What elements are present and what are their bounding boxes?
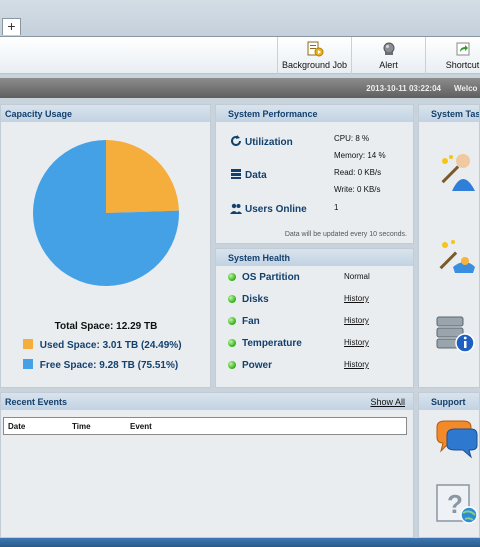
column-date[interactable]: Date <box>8 422 25 431</box>
user-management-wizard-icon[interactable] <box>435 149 477 191</box>
server-info-icon[interactable] <box>435 315 477 355</box>
legend-used-space: Used Space: 3.01 TB (24.49%) <box>23 339 182 351</box>
used-space-value: 3.01 TB (24.49%) <box>102 340 182 351</box>
temperature-history-link[interactable]: History <box>344 338 369 347</box>
capacity-usage-panel: Capacity Usage Total Space: 12.29 TB Use… <box>0 104 211 388</box>
background-job-icon <box>307 41 323 57</box>
support-title: Support <box>419 393 479 410</box>
alert-label: Alert <box>379 60 398 70</box>
users-online-row: Users Online <box>230 202 307 215</box>
column-time[interactable]: Time <box>72 422 91 431</box>
background-job-label: Background Job <box>281 60 348 70</box>
background-job-button[interactable]: Background Job <box>277 37 351 74</box>
status-ok-icon <box>228 273 236 281</box>
health-label: Fan <box>242 316 260 327</box>
used-swatch <box>23 339 33 349</box>
status-bar: 2013-10-11 03:22:04 Welco <box>0 78 480 98</box>
total-space-label: Total Space: <box>54 321 114 332</box>
recent-events-title: Recent Events Show All <box>1 393 413 410</box>
users-icon <box>230 203 242 214</box>
total-space: Total Space: 12.29 TB <box>1 321 211 332</box>
status-ok-icon <box>228 339 236 347</box>
system-health-panel: System Health OS Partition Normal Disks … <box>215 248 414 388</box>
alert-bell-icon <box>383 42 394 55</box>
column-event[interactable]: Event <box>130 422 152 431</box>
datetime: 2013-10-11 03:22:04 <box>366 84 441 93</box>
bottom-bar <box>0 538 480 547</box>
refresh-icon <box>231 135 241 146</box>
system-task-panel: System Task <box>418 104 480 388</box>
status-ok-icon <box>228 295 236 303</box>
update-note: Data will be updated every 10 seconds. <box>284 231 407 238</box>
server-data-icon <box>231 169 241 179</box>
system-performance-panel: System Performance Utilization CPU: 8 % … <box>215 104 414 244</box>
total-space-value: 12.29 TB <box>116 321 158 332</box>
read-value: Read: 0 KB/s <box>334 168 382 177</box>
data-row: Data <box>230 168 267 181</box>
support-panel: Support ? <box>418 392 480 538</box>
health-label: Power <box>242 360 273 371</box>
shortcut-button[interactable]: Shortcut <box>425 37 480 74</box>
free-swatch <box>23 359 33 369</box>
capacity-pie-chart <box>32 139 179 286</box>
write-value: Write: 0 KB/s <box>334 185 381 194</box>
cpu-value: CPU: 8 % <box>334 134 370 143</box>
events-table-header: Date Time Event <box>3 417 407 435</box>
fan-history-link[interactable]: History <box>344 316 369 325</box>
health-label: Disks <box>242 294 269 305</box>
pie-slice-used <box>106 140 179 213</box>
health-row-os-partition: OS Partition <box>228 272 300 283</box>
free-space-label: Free Space: <box>39 360 97 371</box>
system-task-title: System Task <box>419 105 479 122</box>
shortcut-icon <box>456 42 469 56</box>
users-online-label: Users Online <box>245 204 307 215</box>
health-label: Temperature <box>242 338 302 349</box>
power-history-link[interactable]: History <box>344 360 369 369</box>
show-all-link[interactable]: Show All <box>370 397 405 407</box>
utilization-row: Utilization <box>230 135 293 148</box>
alert-button[interactable]: Alert <box>351 37 425 74</box>
toolbar: Background Job Alert Shortcut <box>0 36 480 74</box>
capacity-usage-title: Capacity Usage <box>1 105 210 122</box>
health-row-power: Power <box>228 360 272 371</box>
help-document-icon[interactable]: ? <box>435 483 479 525</box>
system-health-title: System Health <box>216 249 413 266</box>
health-row-disks: Disks <box>228 294 269 305</box>
status-ok-icon <box>228 317 236 325</box>
health-row-temperature: Temperature <box>228 338 302 349</box>
health-value-os-partition: Normal <box>344 272 370 281</box>
free-space-value: 9.28 TB (75.51%) <box>99 360 179 371</box>
legend-free-space: Free Space: 9.28 TB (75.51%) <box>23 359 178 371</box>
shortcut-label: Shortcut <box>445 60 480 70</box>
recent-events-panel: Recent Events Show All Date Time Event <box>0 392 414 538</box>
health-row-fan: Fan <box>228 316 260 327</box>
setup-wizard-icon[interactable] <box>435 237 477 277</box>
memory-value: Memory: 14 % <box>334 151 386 160</box>
utilization-label: Utilization <box>245 137 293 148</box>
users-online-count: 1 <box>334 203 339 212</box>
tab-bar: + <box>0 0 480 36</box>
data-label: Data <box>245 170 267 181</box>
system-performance-title: System Performance <box>216 105 413 122</box>
recent-events-heading: Recent Events <box>5 397 68 407</box>
disks-history-link[interactable]: History <box>344 294 369 303</box>
status-ok-icon <box>228 361 236 369</box>
welcome-text: Welco <box>454 84 478 93</box>
used-space-label: Used Space: <box>39 340 100 351</box>
chat-support-icon[interactable] <box>435 419 479 459</box>
health-label: OS Partition <box>242 272 300 283</box>
add-tab-button[interactable]: + <box>2 18 21 35</box>
